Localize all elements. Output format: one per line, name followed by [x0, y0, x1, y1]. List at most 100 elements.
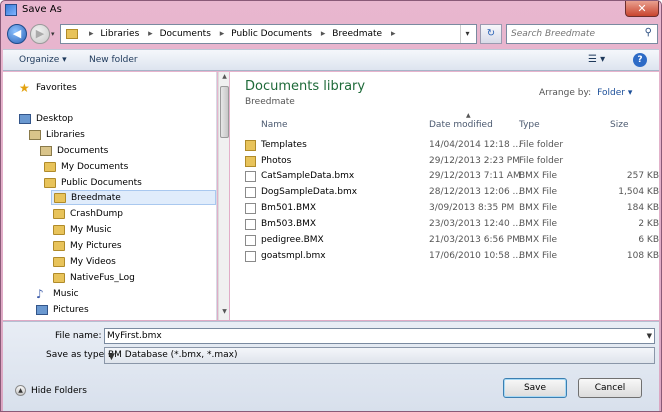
search-box[interactable]: ⚲	[506, 24, 658, 44]
close-button[interactable]: ✕	[625, 1, 659, 17]
nav-pictures[interactable]: Pictures	[36, 302, 89, 317]
save-button[interactable]: Save	[503, 378, 567, 398]
nav-crashdump[interactable]: CrashDump	[53, 206, 123, 221]
nav-desktop[interactable]: Desktop	[19, 111, 73, 126]
collapse-icon: ▲	[15, 385, 26, 396]
library-icon	[29, 129, 41, 140]
breadcrumb: ▸ Libraries ▸ Documents ▸ Public Documen…	[85, 29, 399, 39]
navigation-bar: ◀ ▶ ▾ ▸ Libraries ▸ Documents ▸ Public D…	[3, 21, 661, 47]
nav-my-videos[interactable]: My Videos	[53, 254, 116, 269]
column-type[interactable]: Type	[519, 120, 540, 130]
breadcrumb-separator: ▸	[219, 29, 225, 39]
nav-my-pictures[interactable]: My Pictures	[53, 238, 122, 253]
address-bar[interactable]: ▸ Libraries ▸ Documents ▸ Public Documen…	[60, 24, 477, 44]
save-type-dropdown-icon[interactable]: ▼	[108, 350, 652, 365]
scroll-up-icon[interactable]: ▲	[220, 73, 229, 84]
app-icon	[5, 4, 17, 16]
folder-icon	[245, 156, 256, 167]
nav-favorites[interactable]: ★ Favorites	[19, 80, 77, 95]
window-title: Save As	[22, 4, 62, 15]
bmx-file-icon	[245, 251, 256, 262]
file-row[interactable]: goatsmpl.bmx 17/06/2010 10:58 ... BMX Fi…	[245, 249, 659, 264]
locked-folder-icon	[53, 272, 65, 283]
organize-button[interactable]: Organize ▾	[19, 55, 67, 65]
column-name[interactable]: Name	[261, 120, 288, 130]
title-bar: Save As ✕	[1, 1, 661, 19]
bmx-file-icon	[245, 219, 256, 230]
nav-public-documents[interactable]: Public Documents	[44, 175, 142, 190]
file-row[interactable]: DogSampleData.bmx 28/12/2013 12:06 ... B…	[245, 185, 659, 200]
file-name-combobox[interactable]: ▼	[104, 328, 655, 344]
scroll-down-icon[interactable]: ▼	[220, 308, 229, 319]
help-icon[interactable]: ?	[633, 53, 647, 67]
breadcrumb-separator: ▸	[148, 29, 153, 39]
navigation-pane: ★ Favorites Desktop Libraries Documents …	[3, 72, 217, 320]
history-dropdown-icon[interactable]: ▾	[51, 30, 55, 38]
folder-icon	[66, 29, 78, 39]
music-icon: ♪	[36, 286, 44, 301]
column-date-modified[interactable]: Date modified	[429, 120, 493, 130]
save-type-label: Save as type:	[46, 350, 108, 360]
file-row[interactable]: Bm503.BMX 23/03/2013 12:40 ... BMX File …	[245, 217, 659, 232]
save-as-dialog: Save As ✕ ◀ ▶ ▾ ▸ Libraries ▸ Documents …	[0, 0, 662, 412]
search-input[interactable]	[511, 27, 636, 41]
file-row[interactable]: Templates 14/04/2014 12:18 ... File fold…	[245, 138, 659, 153]
breadcrumb-libraries[interactable]: Libraries	[100, 29, 139, 39]
nav-music[interactable]: ♪ Music	[36, 286, 79, 301]
folder-icon	[245, 140, 256, 151]
address-dropdown-icon[interactable]: ▾	[460, 25, 474, 43]
search-icon[interactable]: ⚲	[645, 27, 652, 38]
locked-folder-icon	[53, 224, 65, 235]
file-list-pane: Documents library Breedmate Arrange by: F…	[230, 72, 659, 320]
locked-folder-icon	[53, 256, 65, 267]
breadcrumb-separator: ▸	[320, 29, 326, 39]
nav-my-music[interactable]: My Music	[53, 222, 112, 237]
refresh-button[interactable]: ↻	[480, 24, 502, 44]
hide-folders-button[interactable]: ▲ Hide Folders	[15, 385, 87, 396]
nav-scrollbar[interactable]: ▲ ▼	[218, 72, 229, 320]
file-row[interactable]: CatSampleData.bmx 29/12/2013 7:11 AM BMX…	[245, 169, 659, 184]
library-title: Documents library	[245, 79, 366, 94]
breadcrumb-breedmate[interactable]: Breedmate	[332, 29, 382, 39]
file-row[interactable]: Bm501.BMX 3/09/2013 8:35 PM BMX File 184…	[245, 201, 659, 216]
nav-documents[interactable]: Documents	[40, 143, 108, 158]
breadcrumb-separator: ▸	[390, 29, 396, 39]
file-row[interactable]: pedigree.BMX 21/03/2013 6:56 PM BMX File…	[245, 233, 659, 248]
file-name-label: File name:	[55, 331, 102, 341]
file-name-input[interactable]	[107, 330, 637, 342]
scroll-thumb[interactable]	[220, 86, 229, 138]
command-toolbar: Organize ▾ New folder ☰ ▾ ?	[3, 49, 659, 71]
new-folder-button[interactable]: New folder	[89, 55, 138, 65]
arrange-by-dropdown[interactable]: Folder ▾	[597, 88, 632, 98]
library-subtitle: Breedmate	[245, 97, 295, 107]
documents-icon	[40, 145, 52, 156]
column-size[interactable]: Size	[610, 120, 628, 130]
desktop-icon	[19, 113, 31, 124]
file-row[interactable]: Photos 29/12/2013 2:23 PM File folder	[245, 154, 659, 169]
save-type-select[interactable]: BM Database (*.bmx, *.max) ▼	[104, 347, 655, 364]
nav-my-documents[interactable]: My Documents	[44, 159, 128, 174]
file-name-dropdown-icon[interactable]: ▼	[647, 329, 652, 344]
breadcrumb-separator: ▸	[89, 29, 94, 39]
arrange-by: Arrange by: Folder ▾	[539, 88, 633, 98]
folder-icon	[44, 161, 56, 172]
locked-folder-icon	[53, 240, 65, 251]
views-menu-icon[interactable]: ☰ ▾	[588, 54, 605, 65]
sort-indicator-icon: ▲	[466, 112, 471, 119]
bmx-file-icon	[245, 187, 256, 198]
cancel-button[interactable]: Cancel	[578, 378, 642, 398]
forward-button[interactable]: ▶	[30, 24, 50, 44]
breadcrumb-documents[interactable]: Documents	[160, 29, 211, 39]
star-icon: ★	[19, 80, 30, 95]
nav-libraries[interactable]: Libraries	[29, 127, 85, 142]
locked-folder-icon	[53, 208, 65, 219]
bmx-file-icon	[245, 235, 256, 246]
bmx-file-icon	[245, 171, 256, 182]
back-button[interactable]: ◀	[7, 24, 27, 44]
pictures-icon	[36, 304, 48, 315]
bmx-file-icon	[245, 203, 256, 214]
folder-icon	[44, 177, 56, 188]
breadcrumb-public-documents[interactable]: Public Documents	[231, 29, 312, 39]
nav-breedmate[interactable]: Breedmate	[51, 190, 216, 205]
nav-nativefus-log[interactable]: NativeFus_Log	[53, 270, 135, 285]
